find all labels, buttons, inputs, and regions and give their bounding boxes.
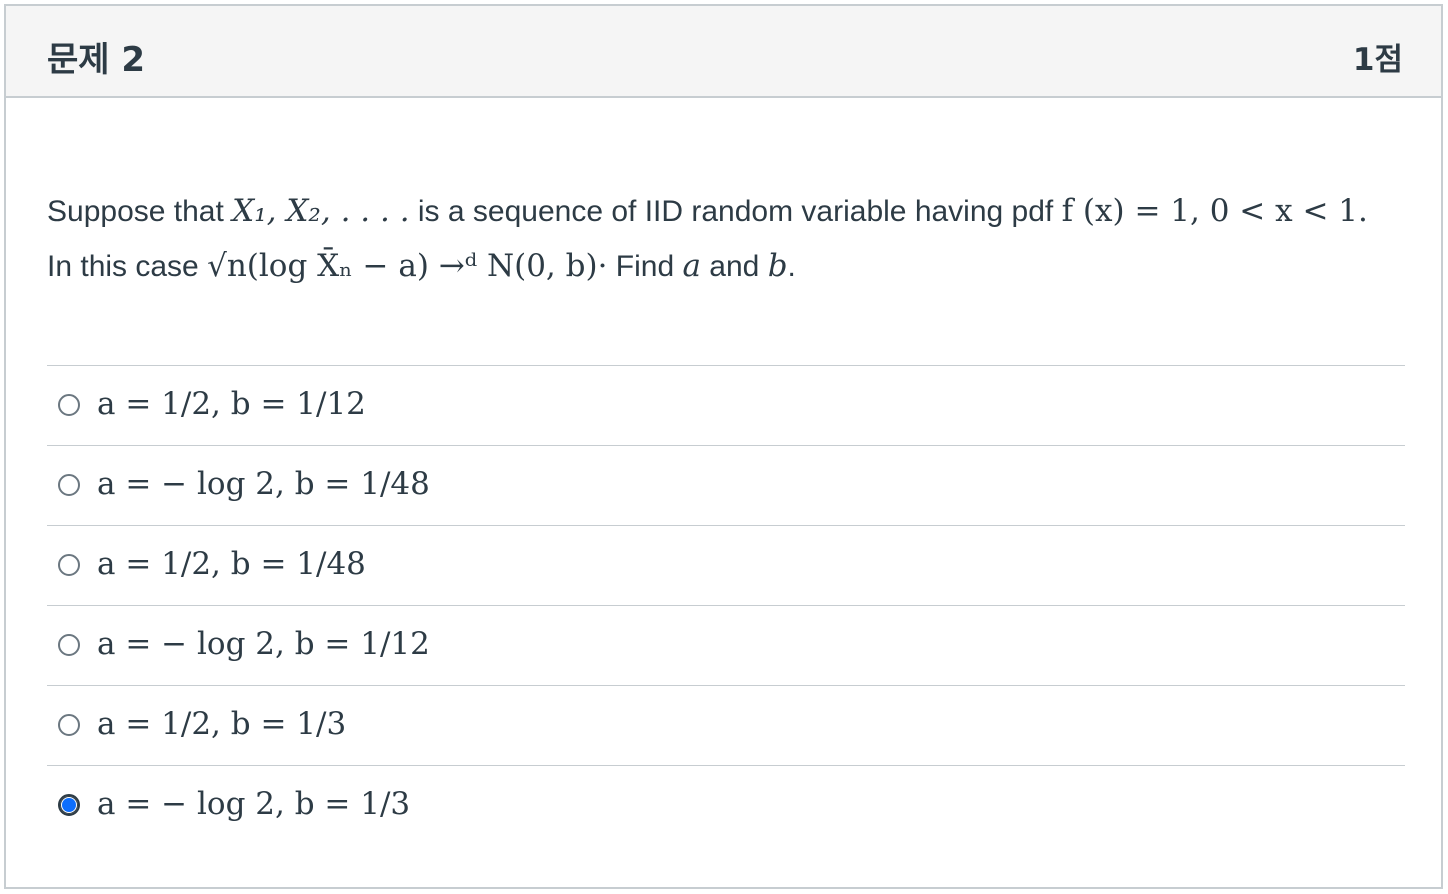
text-segment: Suppose that: [47, 195, 233, 228]
text-segment: Find: [607, 250, 683, 283]
answer-list: a = 1/2, b = 1/12 a = − log 2, b = 1/48 …: [47, 365, 1405, 845]
radio-button-selected[interactable]: [58, 794, 80, 816]
answer-option-4[interactable]: a = − log 2, b = 1/12: [47, 605, 1405, 685]
text-segment: is a sequence of IID random variable hav…: [409, 195, 1062, 228]
text-segment: .: [787, 250, 796, 283]
answer-label[interactable]: a = 1/2, b = 1/3: [97, 706, 346, 742]
answer-option-3[interactable]: a = 1/2, b = 1/48: [47, 525, 1405, 605]
radio-button[interactable]: [58, 554, 80, 576]
answer-label[interactable]: a = − log 2, b = 1/3: [97, 786, 410, 822]
question-title: 문제 2: [47, 40, 146, 80]
answer-label[interactable]: a = 1/2, b = 1/48: [97, 546, 366, 582]
sequence-math: X₁, X₂, . . . .: [232, 193, 410, 229]
question-points: 1점: [1352, 42, 1403, 78]
radio-button[interactable]: [58, 474, 80, 496]
text-segment: In this case: [47, 250, 208, 283]
var-a-math: a: [682, 248, 701, 284]
radio-button[interactable]: [58, 634, 80, 656]
pdf-math: f (x) = 1, 0 < x < 1.: [1061, 193, 1368, 229]
answer-option-1[interactable]: a = 1/2, b = 1/12: [47, 365, 1405, 445]
answer-option-2[interactable]: a = − log 2, b = 1/48: [47, 445, 1405, 525]
answer-option-6[interactable]: a = − log 2, b = 1/3: [47, 765, 1405, 845]
text-segment: and: [700, 250, 768, 283]
answer-label[interactable]: a = 1/2, b = 1/12: [97, 386, 366, 422]
question-line-1: Suppose that X₁, X₂, . . . . is a sequen…: [47, 184, 1427, 239]
question-card: 문제 2 1점 Suppose that X₁, X₂, . . . . is …: [4, 4, 1443, 889]
limit-expression-math: √n(log X̄ₙ − a) →ᵈ N(0, b)·: [207, 248, 608, 284]
answer-label[interactable]: a = − log 2, b = 1/12: [97, 626, 430, 662]
var-b-math: b: [767, 248, 788, 284]
radio-button[interactable]: [58, 714, 80, 736]
question-line-2: In this case √n(log X̄ₙ − a) →ᵈ N(0, b)·…: [47, 239, 1427, 294]
answer-label[interactable]: a = − log 2, b = 1/48: [97, 466, 430, 502]
radio-button[interactable]: [58, 394, 80, 416]
question-text: Suppose that X₁, X₂, . . . . is a sequen…: [47, 184, 1427, 294]
question-header: 문제 2 1점: [6, 6, 1441, 98]
answer-option-5[interactable]: a = 1/2, b = 1/3: [47, 685, 1405, 765]
